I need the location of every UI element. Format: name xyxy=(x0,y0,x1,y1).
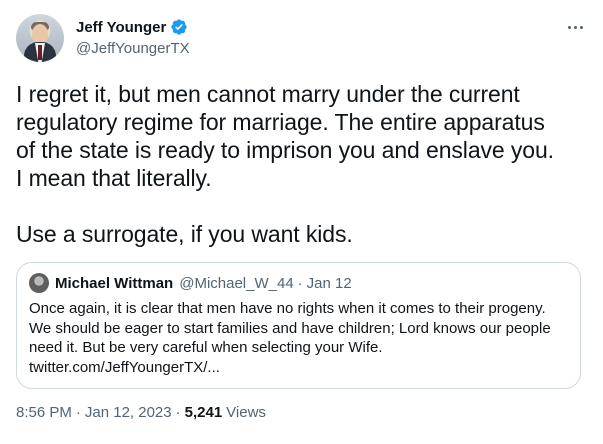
tweet-text-line: I regret it, but men cannot marry under … xyxy=(16,81,520,107)
quoted-tweet-text: Once again, it is clear that men have no… xyxy=(29,299,569,377)
quoted-text-line: Once again, it is clear that men have no… xyxy=(29,300,546,317)
tweet-text: I regret it, but men cannot marry under … xyxy=(16,80,582,248)
author-handle[interactable]: @JeffYoungerTX xyxy=(76,40,190,57)
quoted-tweet[interactable]: Michael Wittman @Michael_W_44 · Jan 12 O… xyxy=(16,262,581,389)
more-dot xyxy=(579,25,583,29)
quoted-author-handle: @Michael_W_44 xyxy=(179,274,294,292)
tweet-card: Jeff Younger @JeffYoungerTX I regret it,… xyxy=(0,0,603,444)
quoted-separator: · xyxy=(297,274,303,292)
author-display-name[interactable]: Jeff Younger xyxy=(76,19,166,36)
more-dot xyxy=(573,25,577,29)
author-avatar[interactable] xyxy=(16,14,64,62)
views-count: 5,241 xyxy=(184,404,223,421)
quoted-tweet-header: Michael Wittman @Michael_W_44 · Jan 12 xyxy=(29,273,352,293)
avatar-head xyxy=(32,24,48,44)
tweet-header: Jeff Younger @JeffYoungerTX xyxy=(16,14,586,66)
tweet-text-line: of the state is ready to imprison you an… xyxy=(16,137,554,163)
tweet-text-line: regulatory regime for marriage. The enti… xyxy=(16,109,545,135)
quoted-text-line: need it. But be very careful when select… xyxy=(29,339,383,356)
quoted-text-line: We should be eager to start families and… xyxy=(29,319,551,337)
verified-badge-icon xyxy=(170,18,188,36)
quoted-date: Jan 12 xyxy=(306,274,352,292)
avatar-tie xyxy=(38,45,42,60)
more-dot xyxy=(567,25,571,29)
tweet-date[interactable]: Jan 12, 2023 xyxy=(85,404,172,421)
author-name-block: Jeff Younger @JeffYoungerTX xyxy=(76,16,190,58)
quoted-author-name: Michael Wittman xyxy=(55,274,174,292)
tweet-time[interactable]: 8:56 PM xyxy=(16,404,72,421)
quoted-link[interactable]: twitter.com/JeffYoungerTX/... xyxy=(29,358,569,378)
quoted-author-avatar xyxy=(29,273,49,293)
meta-separator: · xyxy=(75,404,81,421)
more-options-icon[interactable] xyxy=(564,18,586,36)
tweet-meta: 8:56 PM · Jan 12, 2023 · 5,241 Views xyxy=(16,404,266,421)
author-name-row: Jeff Younger xyxy=(76,16,190,38)
tweet-text-line: I mean that literally. xyxy=(16,165,212,191)
views-label: Views xyxy=(226,404,266,421)
tweet-text-second-paragraph: Use a surrogate, if you want kids. xyxy=(16,221,353,247)
meta-separator: · xyxy=(175,404,181,421)
